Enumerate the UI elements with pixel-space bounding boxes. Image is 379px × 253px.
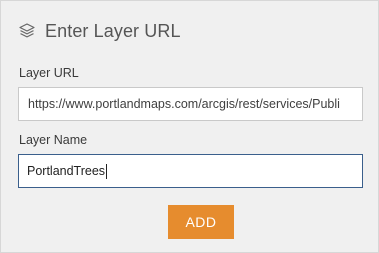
panel-title: Enter Layer URL xyxy=(45,20,181,41)
add-button[interactable]: ADD xyxy=(168,205,234,239)
text-cursor xyxy=(106,163,108,179)
layer-url-value: https://www.portlandmaps.com/arcgis/rest… xyxy=(28,97,340,111)
layer-url-input[interactable]: https://www.portlandmaps.com/arcgis/rest… xyxy=(18,87,363,121)
layer-name-value: PortlandTrees xyxy=(27,164,106,178)
layer-name-label: Layer Name xyxy=(19,133,88,147)
add-layer-panel: Enter Layer URL Layer URL https://www.po… xyxy=(0,0,379,253)
panel-header: Enter Layer URL xyxy=(18,18,181,44)
layers-icon xyxy=(18,22,36,40)
layer-name-input[interactable]: PortlandTrees xyxy=(18,154,363,188)
layer-url-label: Layer URL xyxy=(19,66,79,80)
